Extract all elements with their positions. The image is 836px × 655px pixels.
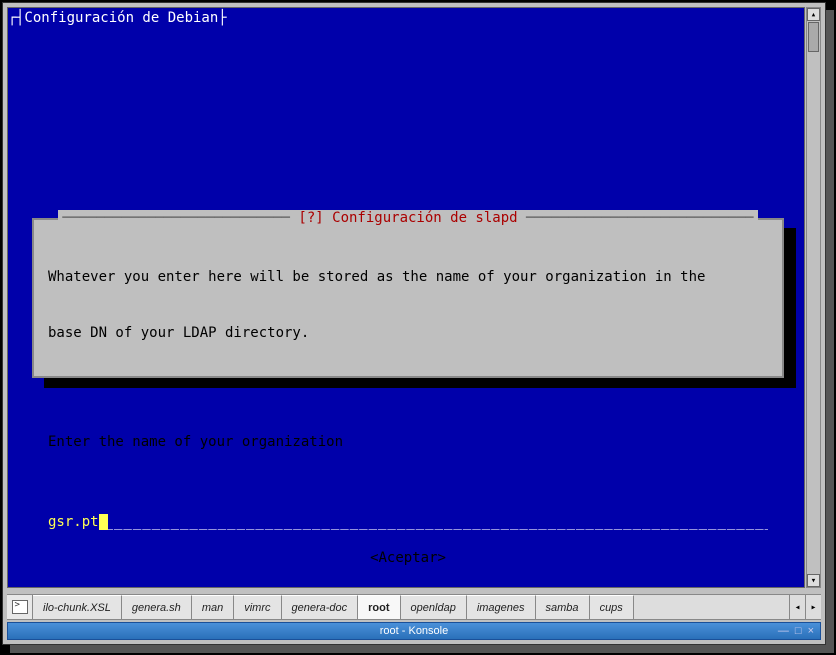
dialog-title-row: ─────────────────────────── [?] Configur… (34, 210, 782, 226)
window-title-bar: root - Konsole — □ × (7, 622, 821, 640)
session-tab[interactable]: ilo-chunk.XSL (33, 595, 122, 619)
text-cursor (99, 514, 108, 530)
tab-scroll-right-icon[interactable]: ▸ (805, 595, 821, 619)
vertical-scrollbar[interactable]: ▴ ▾ (806, 7, 821, 588)
tab-scroll-left-icon[interactable]: ◂ (789, 595, 805, 619)
dialog-text-line: Whatever you enter here will be stored a… (48, 268, 768, 287)
session-tab[interactable]: samba (536, 595, 590, 619)
dialog-body: Whatever you enter here will be stored a… (34, 220, 782, 500)
session-tab[interactable]: genera-doc (282, 595, 359, 619)
terminal-icon (12, 600, 28, 614)
session-tab[interactable]: cups (590, 595, 634, 619)
session-tab-bar: ilo-chunk.XSLgenera.shmanvimrcgenera-doc… (7, 594, 821, 620)
session-tab[interactable]: openldap (401, 595, 467, 619)
accept-button[interactable]: <Aceptar> (370, 550, 446, 566)
window-title: root - Konsole (380, 625, 448, 637)
slapd-config-dialog: ─────────────────────────── [?] Configur… (32, 218, 784, 378)
dialog-text-line: base DN of your LDAP directory. (48, 324, 768, 343)
session-tab[interactable]: genera.sh (122, 595, 192, 619)
konsole-window: ┌ ┤Configuración de Debian├ ────────────… (2, 2, 826, 645)
scroll-up-icon[interactable]: ▴ (807, 8, 820, 21)
close-button[interactable]: × (808, 625, 814, 637)
new-session-button[interactable] (7, 595, 33, 619)
scroll-thumb[interactable] (808, 22, 819, 52)
session-tab[interactable]: man (192, 595, 234, 619)
terminal-viewport: ┌ ┤Configuración de Debian├ ────────────… (7, 7, 805, 588)
session-tab[interactable]: imagenes (467, 595, 536, 619)
debconf-title: ┤Configuración de Debian├ (16, 10, 227, 26)
input-value: gsr.pt (48, 514, 99, 530)
session-tab[interactable]: vimrc (234, 595, 281, 619)
maximize-button[interactable]: □ (795, 625, 802, 637)
session-tab[interactable]: root (358, 595, 400, 619)
minimize-button[interactable]: — (778, 625, 789, 637)
organization-input[interactable]: ________________________________________… (48, 514, 768, 532)
scroll-down-icon[interactable]: ▾ (807, 574, 820, 587)
dialog-prompt: Enter the name of your organization (48, 433, 768, 452)
